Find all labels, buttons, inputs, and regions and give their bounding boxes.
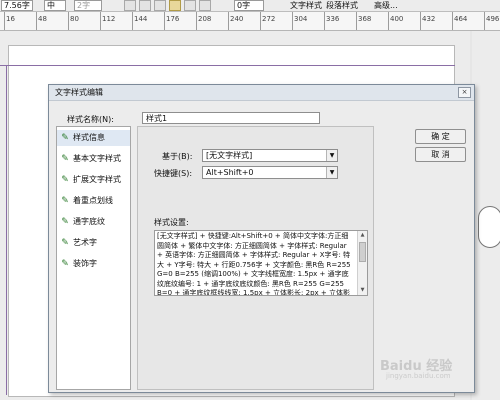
ruler-tick [132, 12, 133, 30]
ruler-tick [228, 12, 229, 30]
settings-scrollbar[interactable]: ▲ ▼ [357, 231, 367, 295]
shortcut-value: Alt+Shift+0 [206, 168, 254, 177]
shortcut-select[interactable]: Alt+Shift+0 ▼ [202, 166, 338, 179]
shading-icon: ✎ [61, 217, 69, 227]
align-full-button[interactable] [199, 0, 211, 11]
extended-style-icon: ✎ [61, 175, 69, 185]
category-item-emphasis[interactable]: ✎ 着重点划线 [57, 193, 130, 209]
page-margin-line [0, 65, 455, 66]
chevron-down-icon[interactable]: ▼ [326, 167, 337, 178]
ruler-tick [36, 12, 37, 30]
ruler-number: 16 [6, 15, 15, 23]
art-text-icon: ✎ [61, 238, 69, 248]
style-name-label: 样式名称(N): [67, 115, 114, 124]
ruler-number: 112 [102, 15, 116, 23]
ruler-number: 240 [230, 15, 244, 23]
based-on-label: 基于(B): [162, 152, 193, 161]
category-item-art-text[interactable]: ✎ 艺术字 [57, 235, 130, 251]
ruler-number: 80 [70, 15, 79, 23]
text-style-edit-dialog: 文字样式编辑 × 样式名称(N): 样式1 确 定 取 消 ✎ 样式信息 ✎ 基… [48, 84, 475, 393]
category-item-label: 通字底纹 [73, 217, 105, 226]
category-item-label: 着重点划线 [73, 196, 113, 205]
paragraph-style-menu[interactable]: 段落样式 [326, 0, 358, 11]
scrollbar-thumb[interactable] [359, 242, 366, 262]
category-item-label: 样式信息 [73, 133, 105, 142]
category-item-label: 艺术字 [73, 238, 97, 247]
scroll-up-icon[interactable]: ▲ [358, 231, 367, 240]
text-style-menu[interactable]: 文字样式 [290, 0, 322, 11]
settings-label: 样式设置: [154, 218, 189, 227]
ruler-number: 272 [262, 15, 276, 23]
ruler-number: 208 [198, 15, 212, 23]
category-item-decoration[interactable]: ✎ 装饰字 [57, 256, 130, 272]
ruler-number: 336 [326, 15, 340, 23]
ruler-tick [356, 12, 357, 30]
category-item-label: 基本文字样式 [73, 154, 121, 163]
ruler-tick [196, 12, 197, 30]
align-justify-button[interactable] [169, 0, 181, 11]
category-item-label: 扩展文字样式 [73, 175, 121, 184]
ruler-tick [100, 12, 101, 30]
emphasis-icon: ✎ [61, 196, 69, 206]
toolbar: 7.56字 中 2字 0字 文字样式 段落样式 高级... [0, 0, 500, 12]
category-item-basic-text[interactable]: ✎ 基本文字样式 [57, 151, 130, 167]
based-on-value: [无文字样式] [206, 151, 253, 160]
advanced-menu[interactable]: 高级... [374, 0, 398, 11]
style-info-panel: 基于(B): [无文字样式] ▼ 快捷键(S): Alt+Shift+0 ▼ 样… [137, 126, 374, 390]
confirm-button[interactable]: 确 定 [415, 129, 466, 144]
ruler-number: 368 [358, 15, 372, 23]
ruler-tick [260, 12, 261, 30]
category-item-label: 装饰字 [73, 259, 97, 268]
ruler-tick [420, 12, 421, 30]
chevron-down-icon[interactable]: ▼ [326, 150, 337, 161]
align-distribute-button[interactable] [184, 0, 196, 11]
ruler-tick [388, 12, 389, 30]
ruler-tick [68, 12, 69, 30]
ruler-number: 48 [38, 15, 47, 23]
shortcut-label: 快捷键(S): [154, 169, 193, 178]
align-right-button[interactable] [154, 0, 166, 11]
category-list: ✎ 样式信息 ✎ 基本文字样式 ✎ 扩展文字样式 ✎ 着重点划线 ✎ 通字底纹 … [56, 126, 131, 390]
align-left-button[interactable] [124, 0, 136, 11]
dialog-titlebar[interactable]: 文字样式编辑 × [49, 85, 474, 101]
close-icon[interactable]: × [458, 87, 471, 98]
ruler-number: 496 [486, 15, 500, 23]
rotation-handle[interactable] [478, 206, 500, 248]
font-weight-select[interactable]: 中 [44, 0, 66, 11]
ruler-tick [292, 12, 293, 30]
font-size2-field[interactable]: 2字 [74, 0, 102, 11]
info-icon: ✎ [61, 133, 69, 143]
ruler-number: 432 [422, 15, 436, 23]
dialog-title: 文字样式编辑 [55, 88, 103, 97]
ruler-tick [324, 12, 325, 30]
watermark-url: jingyan.baidu.com [386, 372, 451, 380]
ruler-number: 304 [294, 15, 308, 23]
based-on-select[interactable]: [无文字样式] ▼ [202, 149, 338, 162]
decoration-icon: ✎ [61, 259, 69, 269]
align-center-button[interactable] [139, 0, 151, 11]
settings-textarea[interactable]: [无文字样式] + 快捷键:Alt+Shift+0 + 简体中文字体:方正细圆简… [154, 230, 368, 296]
settings-text: [无文字样式] + 快捷键:Alt+Shift+0 + 简体中文字体:方正细圆简… [157, 232, 351, 296]
category-item-extended-text[interactable]: ✎ 扩展文字样式 [57, 172, 130, 188]
ruler-tick [4, 12, 5, 30]
ruler-tick [484, 12, 485, 30]
horizontal-ruler: 16 48 80 112 144 176 208 240 272 304 336 368 400 432 4… [0, 12, 500, 31]
page-margin-line-vertical [6, 65, 7, 395]
category-item-shading[interactable]: ✎ 通字底纹 [57, 214, 130, 230]
ruler-number: 144 [134, 15, 148, 23]
ruler-tick [164, 12, 165, 30]
ruler-number: 400 [390, 15, 404, 23]
ruler-number: 176 [166, 15, 180, 23]
category-item-style-info[interactable]: ✎ 样式信息 [57, 130, 130, 146]
spacing-field[interactable]: 0字 [234, 0, 264, 11]
ruler-number: 464 [454, 15, 468, 23]
scroll-down-icon[interactable]: ▼ [358, 286, 367, 295]
font-size-field[interactable]: 7.56字 [1, 0, 33, 11]
cancel-button[interactable]: 取 消 [415, 147, 466, 162]
style-name-input[interactable]: 样式1 [142, 112, 320, 124]
ruler-tick [452, 12, 453, 30]
text-style-icon: ✎ [61, 154, 69, 164]
